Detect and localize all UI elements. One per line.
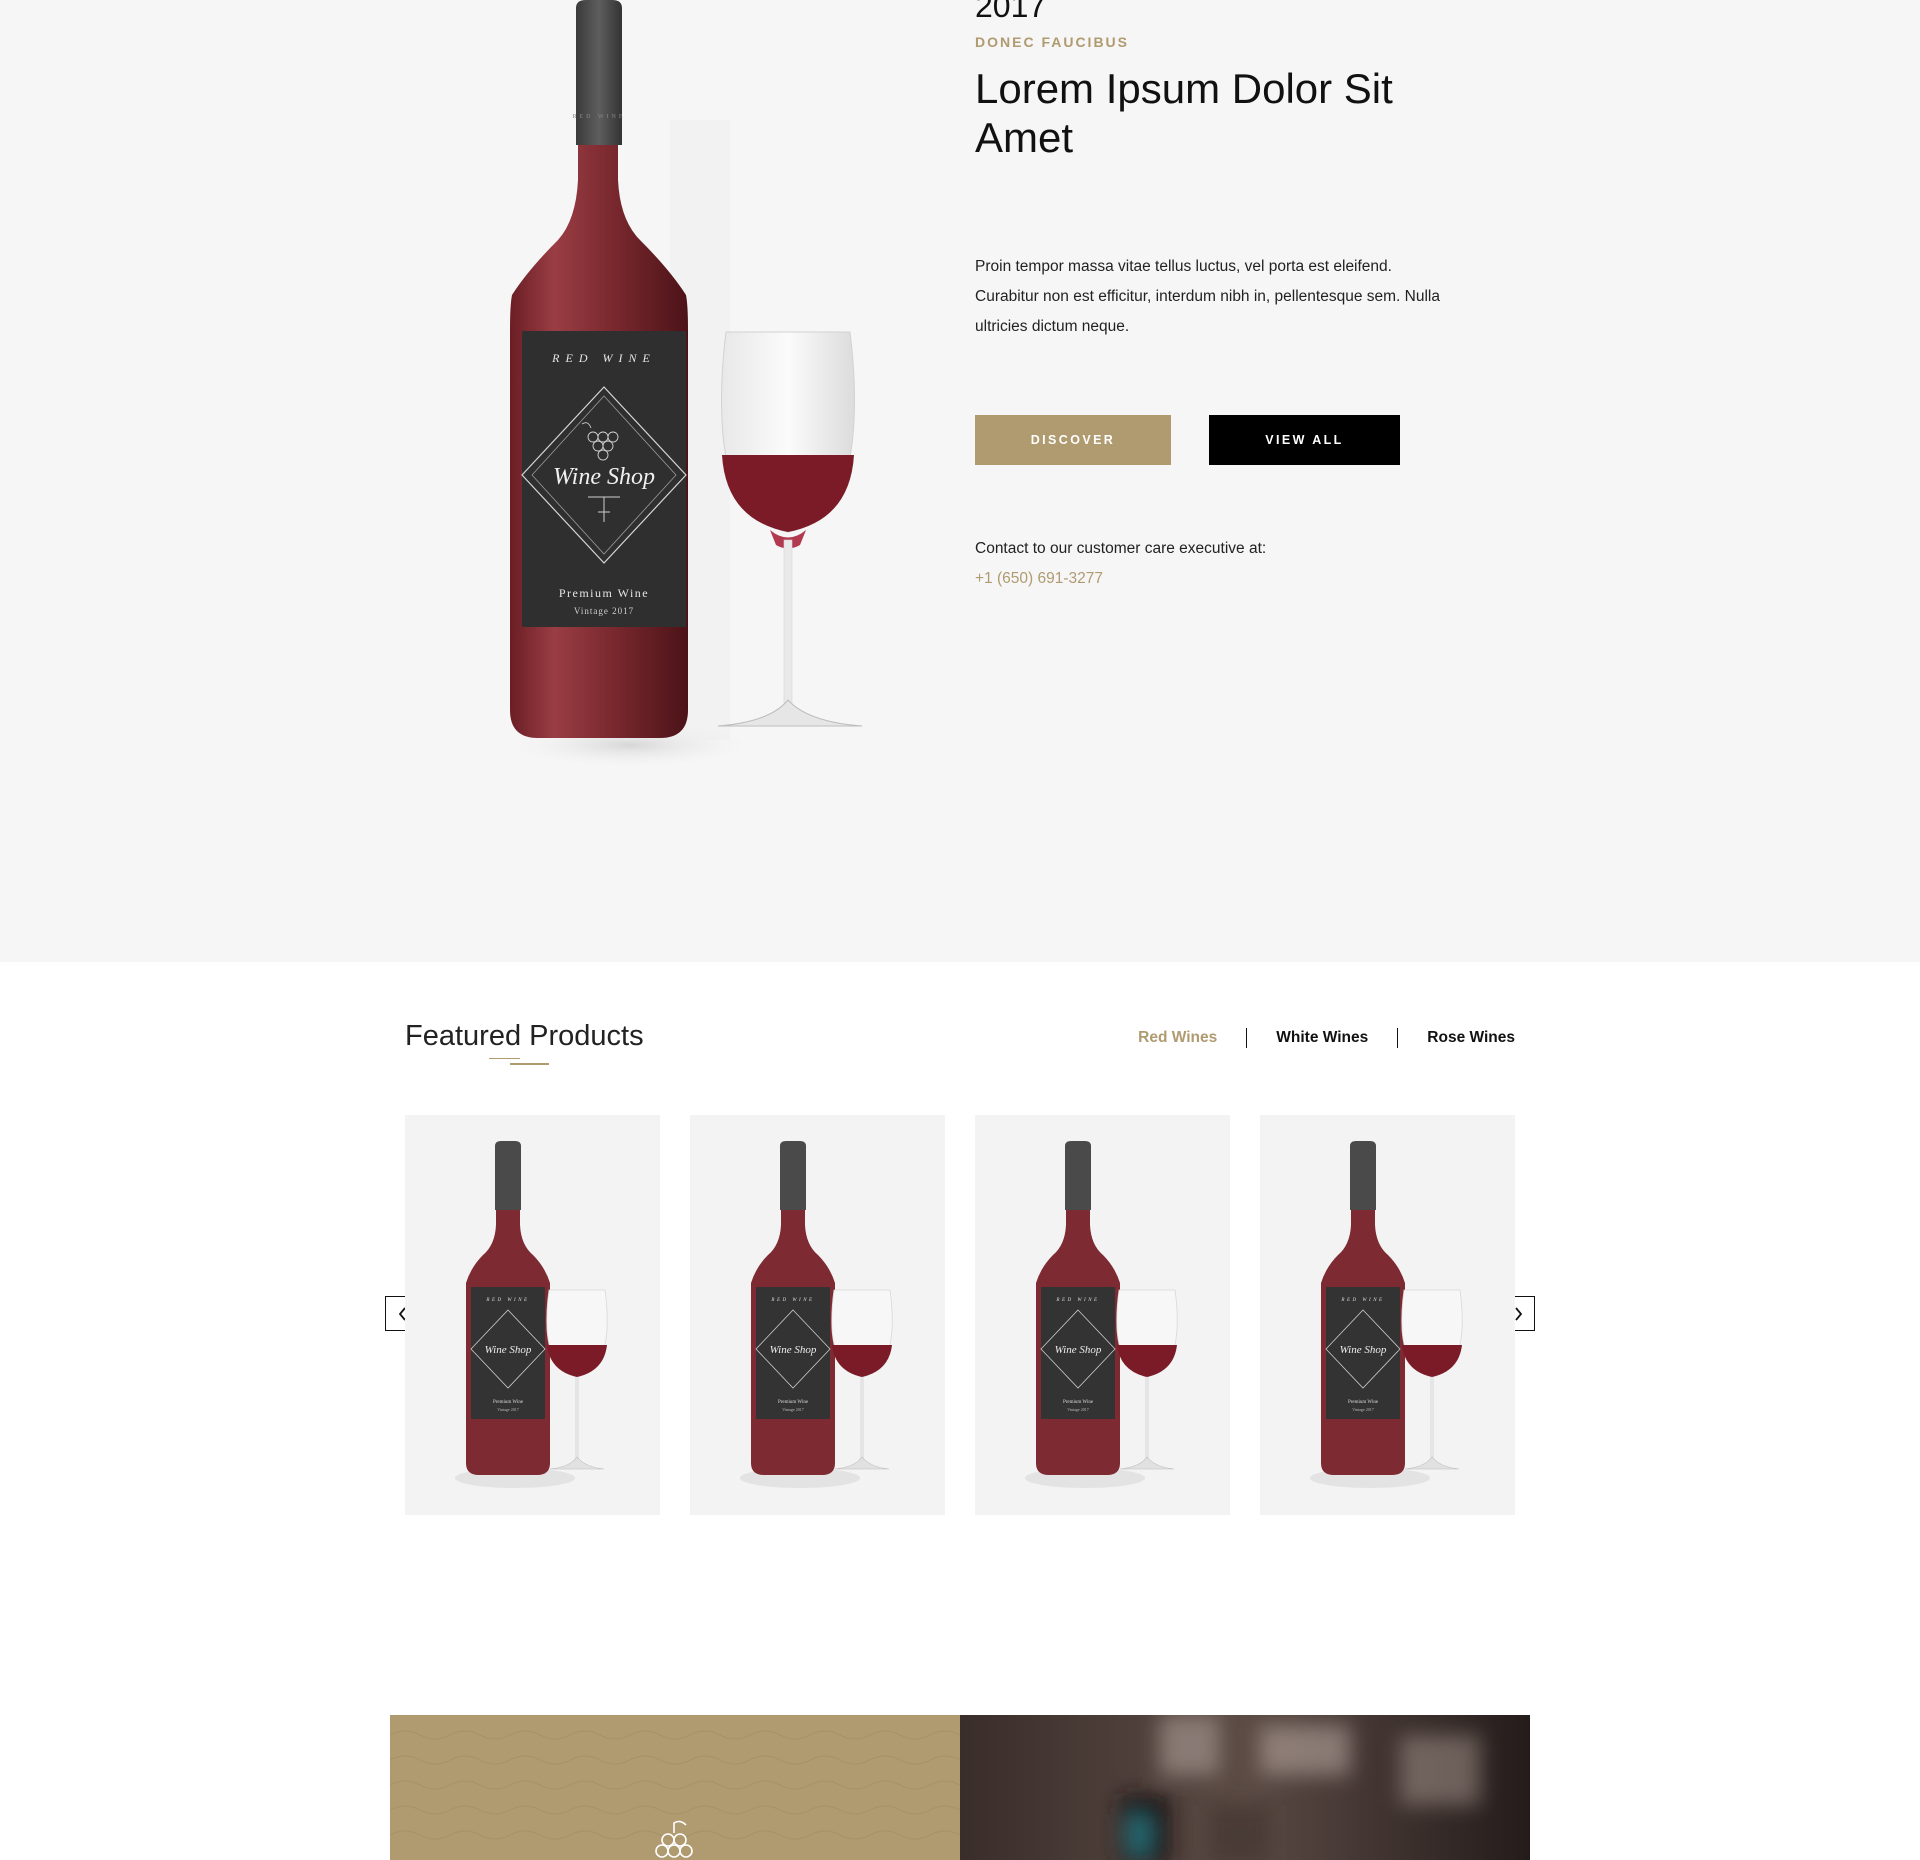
product-brand-text: Wine Shop — [770, 1344, 817, 1356]
grapes-icon — [655, 1820, 693, 1858]
bottle-label-top: RED WINE — [551, 351, 656, 365]
wave-pattern — [390, 1730, 960, 1858]
bottle-brand-text: Wine Shop — [553, 464, 655, 490]
product-label-top: RED WINE — [1340, 1298, 1384, 1303]
product-brand-text: Wine Shop — [1055, 1344, 1102, 1356]
phone-link[interactable]: +1 (650) 691-3277 — [975, 570, 1103, 588]
product-brand-text: Wine Shop — [485, 1344, 532, 1356]
product-label-top: RED WINE — [1055, 1298, 1099, 1303]
product-image: RED WINE Wine Shop Premium Wine Vintage … — [740, 1141, 893, 1488]
product-vintage-text: Vintage 2017 — [497, 1407, 518, 1412]
product-vintage-text: Vintage 2017 — [782, 1407, 803, 1412]
bottle-neck-text: RED WINE — [572, 114, 625, 120]
tab-divider — [1397, 1028, 1399, 1048]
product-image: RED WINE Wine Shop Premium Wine Vintage … — [1310, 1141, 1463, 1488]
product-card-2[interactable]: RED WINE Wine Shop Premium Wine Vintage … — [690, 1115, 945, 1515]
blurred-bottles-photo — [960, 1715, 1530, 1860]
title-underline-accent — [510, 1063, 549, 1065]
product-card-3[interactable]: RED WINE Wine Shop Premium Wine Vintage … — [975, 1115, 1230, 1515]
hero-description: Proin tempor massa vitae tellus luctus, … — [975, 258, 1440, 335]
discover-button[interactable]: DISCOVER — [975, 415, 1171, 465]
product-label-top: RED WINE — [770, 1298, 814, 1303]
product-subtitle-text: Premium Wine — [778, 1400, 809, 1405]
tab-white-wines[interactable]: White Wines — [1276, 1029, 1368, 1047]
tab-divider — [1246, 1028, 1248, 1048]
promo-panel-left — [390, 1715, 960, 1860]
product-subtitle-text: Premium Wine — [493, 1400, 524, 1405]
product-card-1[interactable]: RED WINE Wine Shop Premium Wine Vintage … — [405, 1115, 660, 1515]
bottle-vintage-text: Vintage 2017 — [574, 606, 634, 616]
product-subtitle-text: Premium Wine — [1063, 1400, 1094, 1405]
contact-text: Contact to our customer care executive a… — [975, 540, 1267, 557]
tab-red-wines[interactable]: Red Wines — [1138, 1029, 1217, 1047]
product-image: RED WINE Wine Shop Premium Wine Vintage … — [455, 1141, 608, 1488]
featured-products-title: Featured Products — [405, 1020, 644, 1052]
product-vintage-text: Vintage 2017 — [1067, 1407, 1088, 1412]
product-label-top: RED WINE — [485, 1298, 529, 1303]
product-card-4[interactable]: RED WINE Wine Shop Premium Wine Vintage … — [1260, 1115, 1515, 1515]
wine-bottle-glass-image: RED WINE RED WINE Wine Shop Premium Wine… — [500, 0, 863, 769]
product-subtitle-text: Premium Wine — [1348, 1400, 1379, 1405]
title-underline — [489, 1058, 520, 1059]
view-all-button[interactable]: VIEW ALL — [1209, 415, 1400, 465]
product-image: RED WINE Wine Shop Premium Wine Vintage … — [1025, 1141, 1178, 1488]
product-brand-text: Wine Shop — [1340, 1344, 1387, 1356]
category-tabs: Red Wines White Wines Rose Wines — [1138, 1028, 1515, 1048]
tab-rose-wines[interactable]: Rose Wines — [1427, 1029, 1515, 1047]
promo-panel-right-image — [960, 1715, 1530, 1860]
hero-title: Lorem Ipsum Dolor Sit Amet — [975, 65, 1393, 161]
bottle-subtitle-text: Premium Wine — [559, 586, 649, 600]
hero-year: 2017 — [975, 0, 1047, 24]
product-vintage-text: Vintage 2017 — [1352, 1407, 1373, 1412]
hero-section: RED WINE RED WINE Wine Shop Premium Wine… — [0, 0, 1920, 962]
hero-eyebrow: DONEC FAUCIBUS — [975, 34, 1130, 50]
